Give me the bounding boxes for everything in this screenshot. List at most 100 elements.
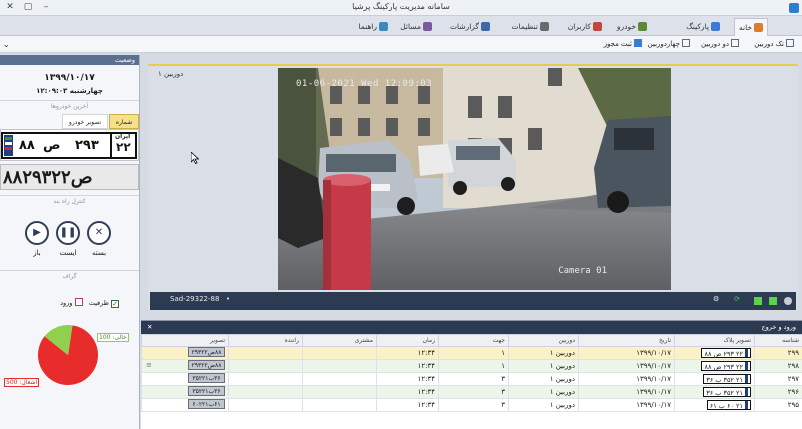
col-plate-image[interactable]: تصویر پلاک xyxy=(674,334,755,347)
permit-icon xyxy=(634,39,642,47)
two-camera-button[interactable]: دو دوربین xyxy=(701,38,739,51)
toolbar: تک دوربین دو دوربین چهاردوربین ثبت مجوز xyxy=(0,36,802,53)
col-camera[interactable]: دوربین xyxy=(508,334,579,347)
car-icon xyxy=(638,22,647,31)
collapse-ribbon-icon[interactable]: ⌄ xyxy=(3,40,10,49)
col-time[interactable]: زمان xyxy=(376,334,439,347)
plate-readout: Sad-29322-88 xyxy=(170,295,220,303)
chart-legend: ✓ ظرفیت ورود xyxy=(60,298,119,308)
col-customer[interactable]: مشتری xyxy=(302,334,377,347)
report-icon xyxy=(481,22,490,31)
window-title: سامانه مدیریت پارکینگ پرشیا xyxy=(352,2,450,11)
plate-crop-text: ۸۸ص۲۹۳۲۲ xyxy=(3,167,93,188)
plate-thumbnail: ۶۱ب۶۰۲۲۱ xyxy=(188,399,225,409)
issues-icon xyxy=(423,22,432,31)
current-day-time: چهارشنبه ۱۲:۰۹:۰۳ xyxy=(36,87,103,95)
legend-capacity: ظرفیت xyxy=(88,299,109,307)
entry-exit-panel: ورود و خروج ✕ شناسه تصویر پلاک تاریخ دور… xyxy=(141,320,802,429)
pause-stream-icon[interactable] xyxy=(754,297,762,305)
status-panel-header: وضعیت xyxy=(0,55,139,65)
table-row[interactable]: ۲۹۶ ۲۱ ۳۵۲ ب ۳۶ ۱۳۹۹/۱۰/۱۷ دوربین ۱ ۳ ۱۲… xyxy=(141,385,802,399)
single-camera-button[interactable]: تک دوربین xyxy=(754,38,794,51)
ribbon-tabs: خانه پارکینگ خودرو کاربران تنظیمات گزارش… xyxy=(0,16,802,36)
plate-crop-image: ۸۸ص۲۹۳۲۲ xyxy=(0,164,139,190)
two-camera-icon xyxy=(731,39,739,47)
play-icon: ▶ xyxy=(33,227,41,238)
table-row[interactable]: ۲۹۸ ۲۲ ۲۹۳ ص ۸۸ ۱۳۹۹/۱۰/۱۷ دوربین ۱ ۱ ۱۲… xyxy=(141,359,802,373)
title-bar: ✕ ▢ – سامانه مدیریت پارکینگ پرشیا xyxy=(0,0,802,16)
tab-reports[interactable]: گزارشات xyxy=(450,18,490,36)
tab-users[interactable]: کاربران xyxy=(568,18,602,36)
chart-section-label: گراف xyxy=(0,270,139,282)
plate-thumbnail: ۳۶ب۳۵۲۲۱ xyxy=(188,373,225,383)
iran-flag-icon xyxy=(4,135,13,156)
recent-vehicles-label: آخرین خودروها xyxy=(0,100,139,112)
camera-title: دوربین ۱ xyxy=(158,70,184,78)
plate-letter: ص xyxy=(43,138,61,153)
plate-thumbnail: ۸۸ص۲۹۳۲۲ xyxy=(188,360,225,370)
table-row[interactable]: ۲۹۹ ۲۲ ۲۹۳ ص ۸۸ ۱۳۹۹/۱۰/۱۷ دوربین ۱ ۱ ۱۲… xyxy=(141,346,802,360)
gate-control-label: کنترل راه بند xyxy=(0,195,139,207)
close-panel-icon[interactable]: ✕ xyxy=(147,321,152,334)
camera-view: دوربین ۱ 01-06-2021 Wed 12:09:03 Camera … xyxy=(148,64,798,310)
entry-exit-header: ورود و خروج ✕ xyxy=(141,321,802,334)
col-direction[interactable]: جهت xyxy=(438,334,509,347)
entry-checkbox[interactable] xyxy=(74,298,83,306)
col-image[interactable]: تصویر xyxy=(141,334,229,347)
close-icon: ✕ xyxy=(94,227,104,238)
gate-close-button[interactable]: ✕ xyxy=(87,221,111,245)
camera-settings-icon[interactable]: ⚙ xyxy=(713,295,719,303)
capacity-chart: ✓ ظرفیت ورود خالی: 100 اشغال: 500 xyxy=(0,282,139,429)
gate-open-button[interactable]: ▶ xyxy=(25,221,49,245)
app-window: ✕ ▢ – سامانه مدیریت پارکینگ پرشیا خانه پ… xyxy=(0,0,802,429)
plate-region-code: ۲۲ xyxy=(116,140,131,154)
entry-exit-title: ورود و خروج xyxy=(761,323,796,331)
gate-close-label: بسته xyxy=(91,249,107,257)
four-camera-icon xyxy=(682,39,690,47)
single-camera-icon xyxy=(786,39,794,47)
status-panel: وضعیت ۱۳۹۹/۱۰/۱۷ چهارشنبه ۱۲:۰۹:۰۳ آخرین… xyxy=(0,55,140,429)
pie-label-free: خالی: 100 xyxy=(97,333,129,342)
plate-display: ۸۸ ص ۲۹۳ ایران ۲۲ xyxy=(0,129,139,161)
stop-stream-icon[interactable] xyxy=(769,297,777,305)
gate-pause-button[interactable]: ❚❚ xyxy=(56,221,80,245)
plate-thumbnail: ۸۸ص۲۹۳۲۲ xyxy=(188,347,225,357)
plate-region-label: ایران xyxy=(115,133,131,140)
col-driver[interactable]: راننده xyxy=(228,334,303,347)
four-camera-button[interactable]: چهاردوربین xyxy=(648,38,690,51)
tab-settings[interactable]: تنظیمات xyxy=(512,18,549,36)
tab-plate-number[interactable]: شماره پلاک xyxy=(109,114,139,141)
register-permit-button[interactable]: ثبت مجوز xyxy=(604,38,642,51)
record-icon[interactable] xyxy=(784,297,792,305)
app-logo-icon xyxy=(789,3,799,13)
recent-vehicle-tabs: شماره پلاک تصویر خودرو xyxy=(0,114,139,141)
row-selector-icon[interactable]: ≡ xyxy=(146,361,152,369)
tab-vehicle-image[interactable]: تصویر خودرو xyxy=(62,114,108,129)
tab-help[interactable]: راهنما xyxy=(358,18,388,36)
pie-label-occupied: اشغال: 500 xyxy=(4,378,40,387)
tab-parking[interactable]: پارکینگ xyxy=(686,18,720,36)
table-row[interactable]: ۲۹۷ ۲۱ ۳۵۲ ب ۳۶ ۱۳۹۹/۱۰/۱۷ دوربین ۱ ۳ ۱۲… xyxy=(141,372,802,386)
table-header-row: شناسه تصویر پلاک تاریخ دوربین جهت زمان م… xyxy=(141,334,802,347)
tab-issues[interactable]: مسائل xyxy=(400,18,432,36)
plate-part-2: ۲۹۳ xyxy=(75,138,99,153)
col-date[interactable]: تاریخ xyxy=(578,334,675,347)
camera-osd-timestamp: 01-06-2021 Wed 12:09:03 xyxy=(296,79,433,89)
tab-vehicle[interactable]: خودرو xyxy=(617,18,647,36)
col-id[interactable]: شناسه xyxy=(754,334,802,347)
camera-osd-label: Camera 01 xyxy=(558,266,607,276)
separator-dot: • xyxy=(226,295,231,303)
tab-home[interactable]: خانه xyxy=(733,18,768,36)
pause-icon: ❚❚ xyxy=(59,227,77,238)
capacity-checkbox[interactable]: ✓ xyxy=(111,300,119,308)
parking-icon xyxy=(711,22,720,31)
camera-feed[interactable]: 01-06-2021 Wed 12:09:03 Camera 01 xyxy=(278,68,671,290)
gate-open-label: باز xyxy=(33,249,41,257)
users-icon xyxy=(593,22,602,31)
home-icon xyxy=(754,23,763,32)
refresh-icon[interactable]: ⟳ xyxy=(734,295,740,303)
gate-pause-label: ایست xyxy=(59,249,77,257)
current-date: ۱۳۹۹/۱۰/۱۷ xyxy=(44,73,95,83)
plate-thumbnail: ۳۶ب۳۵۲۲۱ xyxy=(188,386,225,396)
table-row[interactable]: ۲۹۵ ۲۱ ۶۰ ب ۶۱ ۱۳۹۹/۱۰/۱۷ دوربین ۱ ۳ ۱۲:… xyxy=(141,398,802,412)
